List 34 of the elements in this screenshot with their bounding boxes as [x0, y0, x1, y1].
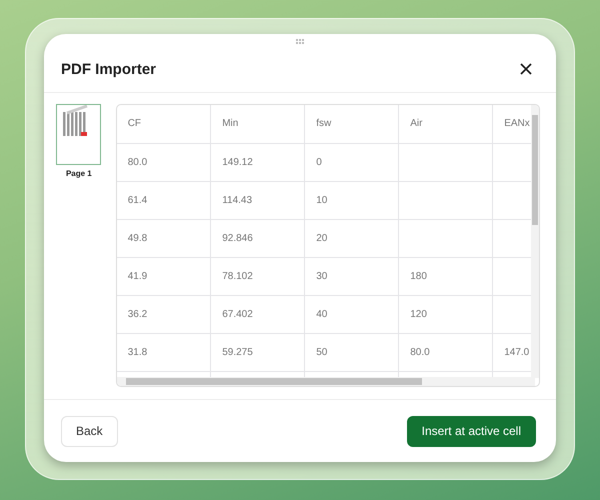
column-header: fsw — [304, 105, 399, 143]
column-header: Air — [398, 105, 493, 143]
table-cell: 10 — [304, 181, 399, 219]
horizontal-scrollbar[interactable] — [116, 377, 535, 386]
table-cell: 78.102 — [210, 257, 305, 295]
table-cell: 20 — [304, 219, 399, 257]
table-cell: 61.4 — [116, 181, 211, 219]
table-cell: 149.12 — [210, 143, 305, 181]
table-cell: 0 — [304, 143, 399, 181]
table-cell: 50 — [304, 333, 399, 371]
table-cell: 120 — [398, 295, 493, 333]
table-cell: 31.8 — [116, 333, 211, 371]
column-header: Min — [210, 105, 305, 143]
drag-handle-icon[interactable] — [296, 39, 304, 44]
insert-button[interactable]: Insert at active cell — [406, 416, 536, 446]
close-button[interactable] — [518, 61, 534, 77]
table-cell: 67.402 — [210, 295, 305, 333]
table-cell: 92.846 — [210, 219, 305, 257]
table-cell: 59.275 — [210, 333, 305, 371]
back-button[interactable]: Back — [61, 416, 118, 446]
table-cell: 49.8 — [116, 219, 211, 257]
table-cell: 36.2 — [116, 295, 211, 333]
vertical-scrollbar[interactable] — [531, 105, 539, 378]
table-cell: 180 — [398, 257, 493, 295]
table-cell: 80.0 — [398, 333, 493, 371]
table-cell: 114.43 — [210, 181, 305, 219]
table-cell: 41.9 — [116, 257, 211, 295]
dialog-title: PDF Importer — [61, 60, 156, 78]
page-thumbnail[interactable] — [56, 104, 101, 165]
table-cell: 30 — [304, 257, 399, 295]
table-cell: 40 — [304, 295, 399, 333]
table-cell: 80.0 — [116, 143, 211, 181]
column-header: CF — [116, 105, 211, 143]
page-label: Page 1 — [64, 169, 93, 178]
